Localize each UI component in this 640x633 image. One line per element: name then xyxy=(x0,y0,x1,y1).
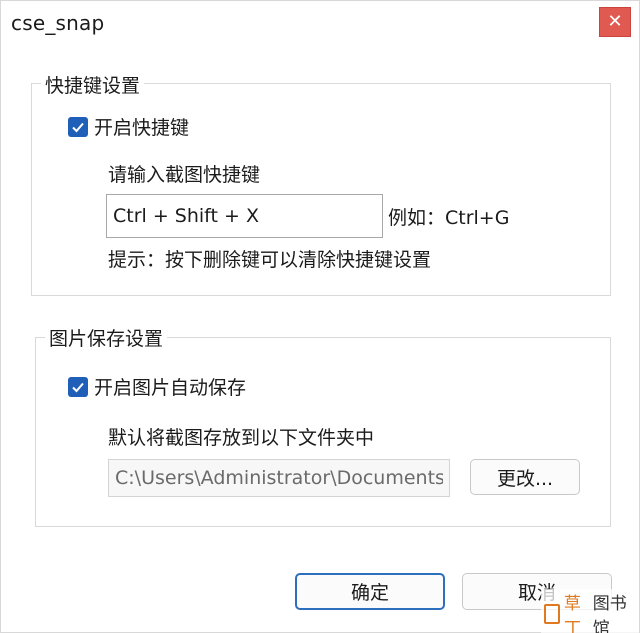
watermark-logo-icon xyxy=(544,604,560,624)
checkbox-checked-icon[interactable] xyxy=(68,376,88,397)
change-folder-button[interactable]: 更改... xyxy=(470,459,580,495)
watermark-brand-accent: 草丁 xyxy=(563,594,581,633)
ok-button[interactable]: 确定 xyxy=(295,573,445,610)
shortcut-settings-legend: 快捷键设置 xyxy=(41,71,145,98)
image-save-settings-legend: 图片保存设置 xyxy=(45,324,168,351)
enable-shortcut-label: 开启快捷键 xyxy=(94,117,190,139)
shortcut-hint-text: 提示：按下删除键可以清除快捷键设置 xyxy=(108,249,432,271)
cse-snap-dialog: cse_snap ✕ 快捷键设置 开启快捷键 请输入截图快捷键 例如：Ctrl+… xyxy=(0,0,640,633)
enable-autosave-checkbox[interactable]: 开启图片自动保存 xyxy=(68,373,246,400)
default-folder-label: 默认将截图存放到以下文件夹中 xyxy=(108,427,375,449)
close-icon: ✕ xyxy=(607,11,623,32)
enable-autosave-label: 开启图片自动保存 xyxy=(94,377,247,399)
title-bar: cse_snap ✕ xyxy=(1,1,639,45)
watermark: 草丁 图书馆 xyxy=(541,589,639,633)
save-path-field[interactable] xyxy=(108,459,450,497)
shortcut-input[interactable] xyxy=(106,194,383,238)
enable-shortcut-checkbox[interactable]: 开启快捷键 xyxy=(68,113,189,140)
watermark-brand-rest: 图书馆 xyxy=(592,594,627,633)
checkbox-checked-icon[interactable] xyxy=(68,116,88,137)
close-button[interactable]: ✕ xyxy=(599,7,631,37)
shortcut-example-text: 例如：Ctrl+G xyxy=(388,207,510,229)
enter-shortcut-label: 请输入截图快捷键 xyxy=(108,164,261,186)
window-title: cse_snap xyxy=(11,11,105,35)
